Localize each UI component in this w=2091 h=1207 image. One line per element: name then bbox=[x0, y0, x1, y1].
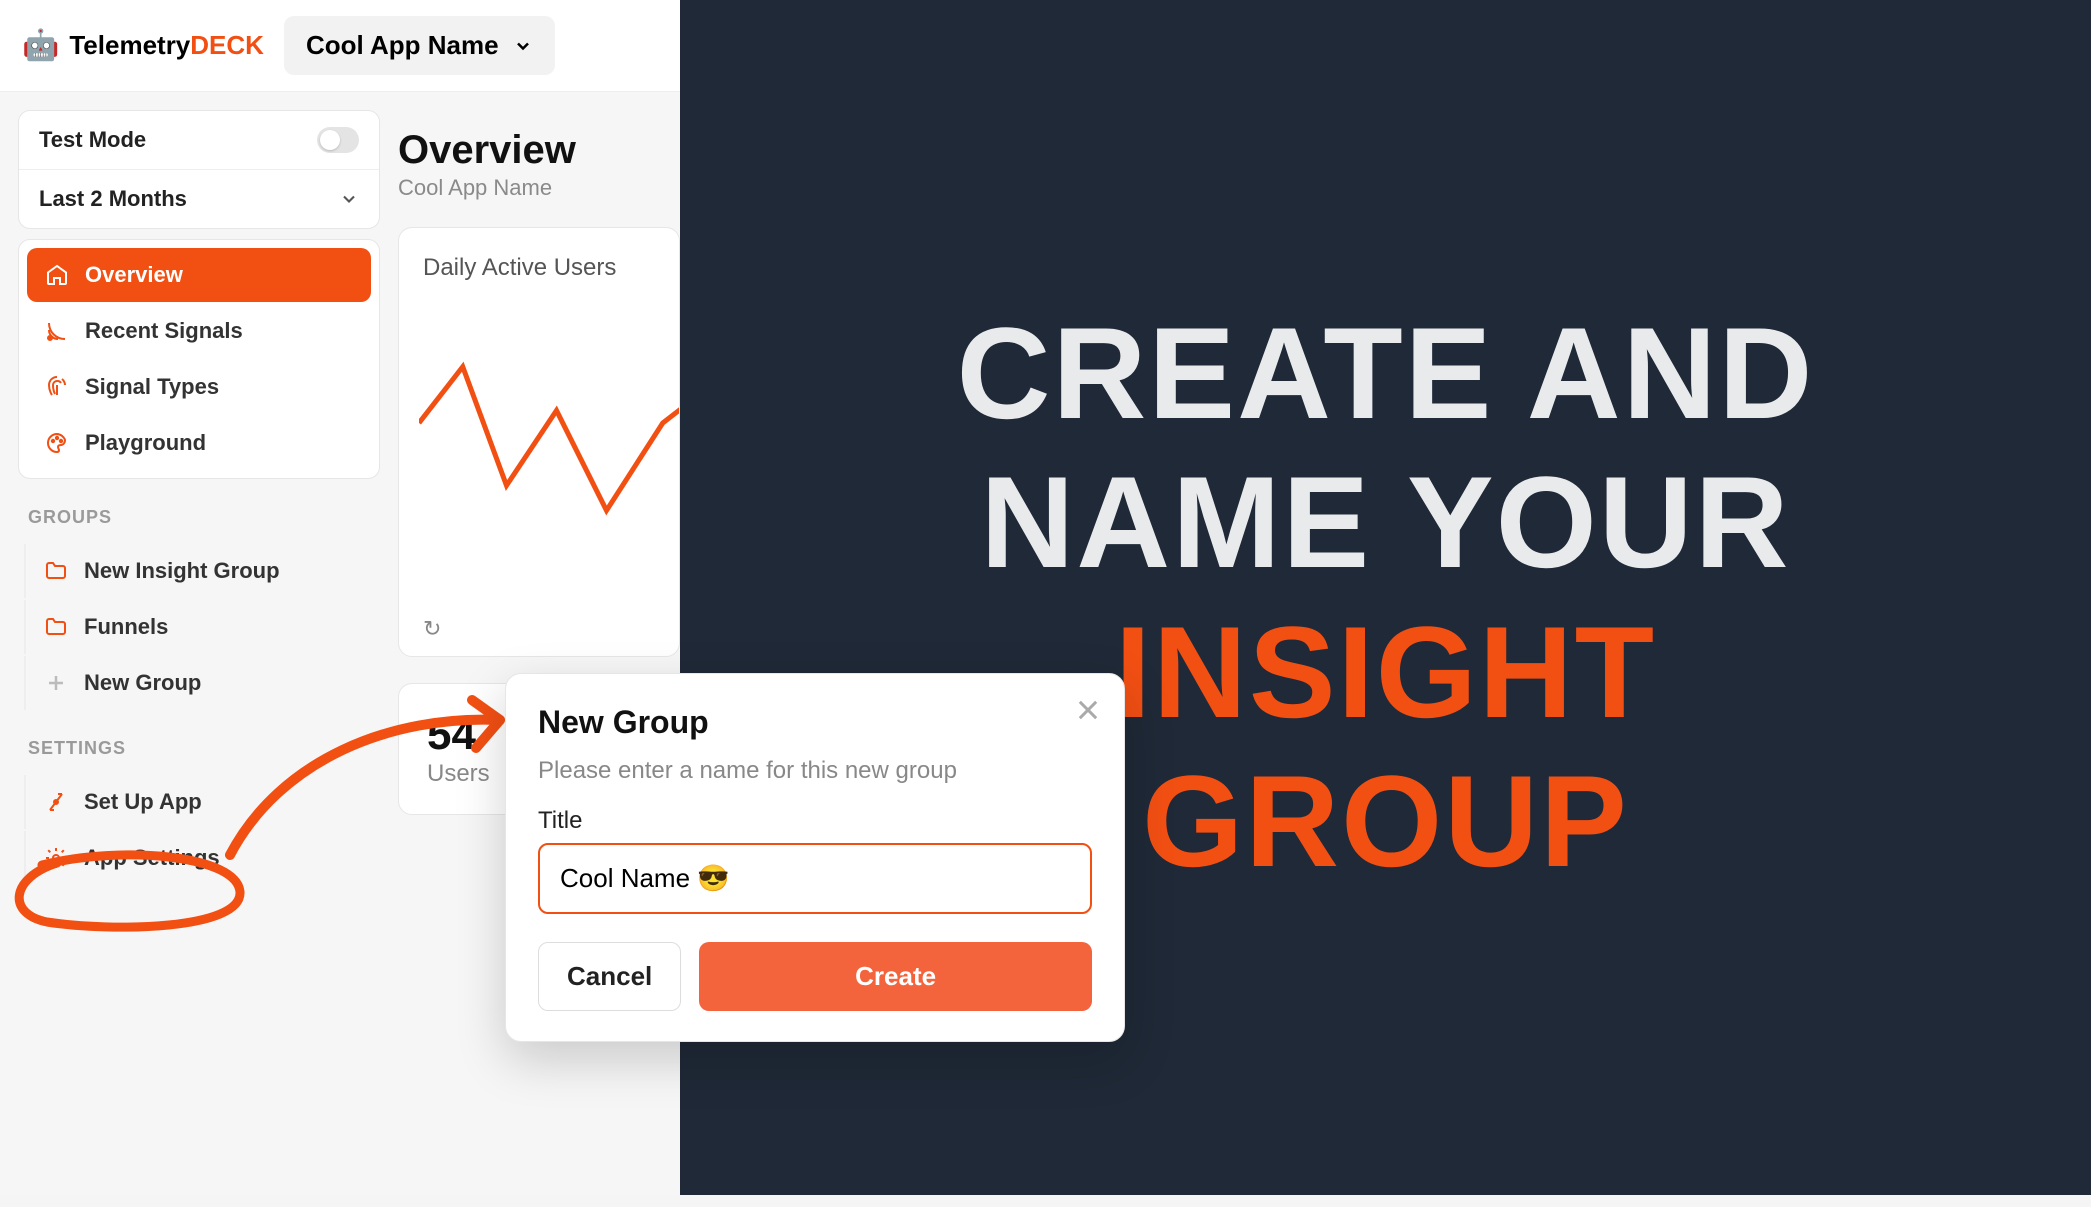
chevron-down-icon bbox=[339, 189, 359, 209]
nav-groups: New Insight Group Funnels New Group bbox=[18, 544, 380, 710]
chart-title: Daily Active Users bbox=[423, 254, 655, 282]
nav-settings: Set Up App App Settings bbox=[18, 775, 380, 885]
modal-actions: Cancel Create bbox=[538, 942, 1092, 1011]
test-mode-row: Test Mode bbox=[19, 111, 379, 169]
nav-item-label: Playground bbox=[85, 430, 206, 456]
group-item-label: New Group bbox=[84, 670, 201, 696]
groups-section-label: GROUPS bbox=[18, 489, 380, 534]
promo-line-2: NAME YOUR bbox=[957, 448, 1815, 598]
modal-title: New Group bbox=[538, 704, 1092, 741]
daily-active-users-card: Daily Active Users ↻ bbox=[398, 227, 680, 657]
page-title: Overview bbox=[398, 110, 680, 173]
group-funnels[interactable]: Funnels bbox=[24, 600, 380, 654]
page-subtitle: Cool App Name bbox=[398, 175, 680, 201]
chevron-down-icon bbox=[513, 36, 533, 56]
create-button[interactable]: Create bbox=[699, 942, 1092, 1011]
settings-section-label: SETTINGS bbox=[18, 720, 380, 765]
nav-main: Overview Recent Signals Signal Types bbox=[18, 239, 380, 479]
folder-icon bbox=[44, 559, 70, 583]
sparkline-chart bbox=[419, 348, 680, 548]
nav-item-label: Signal Types bbox=[85, 374, 219, 400]
modal-description: Please enter a name for this new group bbox=[538, 757, 1092, 785]
app-selector[interactable]: Cool App Name bbox=[284, 16, 555, 75]
nav-recent-signals[interactable]: Recent Signals bbox=[27, 304, 371, 358]
settings-app-settings[interactable]: App Settings bbox=[24, 831, 380, 885]
main-content: Overview Cool App Name Daily Active User… bbox=[398, 110, 680, 1207]
group-new-insight-group[interactable]: New Insight Group bbox=[24, 544, 380, 598]
home-icon bbox=[45, 263, 71, 287]
group-title-input[interactable] bbox=[538, 843, 1092, 914]
palette-icon bbox=[45, 431, 71, 455]
close-icon[interactable] bbox=[1074, 696, 1102, 729]
topbar: 🤖 TelemetryDECK Cool App Name bbox=[0, 0, 680, 92]
app-selector-value: Cool App Name bbox=[306, 30, 499, 61]
settings-setup-app[interactable]: Set Up App bbox=[24, 775, 380, 829]
group-new-group[interactable]: New Group bbox=[24, 656, 380, 710]
brand-name-part2: DECK bbox=[190, 30, 264, 60]
nav-item-label: Overview bbox=[85, 262, 183, 288]
robot-icon: 🤖 bbox=[22, 28, 59, 63]
new-group-modal: New Group Please enter a name for this n… bbox=[505, 673, 1125, 1042]
gear-icon bbox=[44, 846, 70, 870]
test-mode-label: Test Mode bbox=[39, 127, 146, 153]
promo-line-1: CREATE AND bbox=[957, 299, 1815, 449]
settings-item-label: App Settings bbox=[84, 845, 220, 871]
plus-icon bbox=[44, 671, 70, 695]
brand-logo: 🤖 TelemetryDECK bbox=[22, 28, 264, 63]
date-range-row[interactable]: Last 2 Months bbox=[19, 169, 379, 228]
group-item-label: Funnels bbox=[84, 614, 168, 640]
nav-overview[interactable]: Overview bbox=[27, 248, 371, 302]
fingerprint-icon bbox=[45, 375, 71, 399]
nav-playground[interactable]: Playground bbox=[27, 416, 371, 470]
nav-item-label: Recent Signals bbox=[85, 318, 243, 344]
folder-icon bbox=[44, 615, 70, 639]
setup-icon bbox=[44, 790, 70, 814]
group-item-label: New Insight Group bbox=[84, 558, 280, 584]
test-mode-toggle[interactable] bbox=[317, 127, 359, 153]
filters-card: Test Mode Last 2 Months bbox=[18, 110, 380, 229]
cancel-button[interactable]: Cancel bbox=[538, 942, 681, 1011]
sidebar: Test Mode Last 2 Months Overview bbox=[18, 110, 380, 1207]
title-field-label: Title bbox=[538, 807, 1092, 835]
refresh-icon[interactable]: ↻ bbox=[423, 616, 441, 642]
signal-icon bbox=[45, 319, 71, 343]
date-range-value: Last 2 Months bbox=[39, 186, 187, 212]
brand-name-part1: Telemetry bbox=[69, 30, 190, 60]
nav-signal-types[interactable]: Signal Types bbox=[27, 360, 371, 414]
settings-item-label: Set Up App bbox=[84, 789, 202, 815]
